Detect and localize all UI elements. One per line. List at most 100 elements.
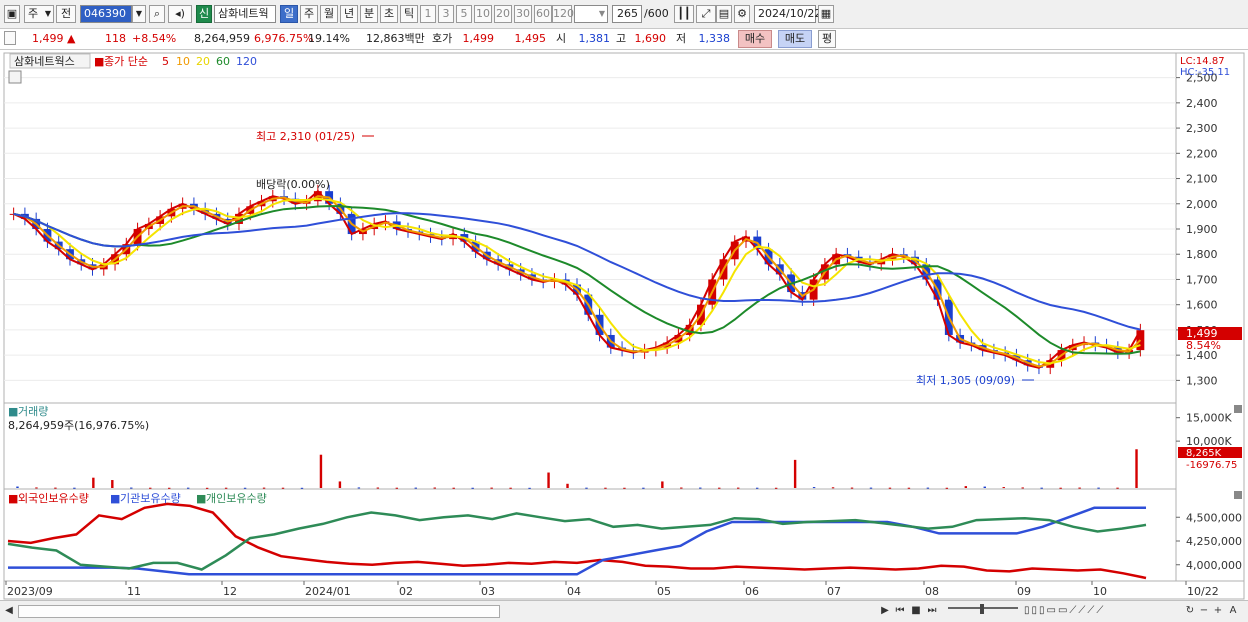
stock-code-input[interactable]: 046390 [80, 5, 132, 23]
y-tick-label: 1,700 [1186, 273, 1218, 286]
lc-value: LC:14.87 [1180, 56, 1225, 67]
volume-bar [755, 487, 759, 489]
volume-bar [850, 487, 854, 489]
x-tick-label: 11 [127, 585, 141, 598]
period-second[interactable]: 초 [380, 5, 398, 23]
x-tick-label: 03 [481, 585, 495, 598]
line-tool-icon[interactable]: ⤢ [696, 5, 716, 23]
prev-button[interactable]: 전 [56, 5, 76, 23]
market-select[interactable]: 주 ▼ [24, 5, 54, 23]
fast-forward-icon[interactable]: ⏭ [926, 604, 938, 618]
volume-panel-close-icon[interactable] [1234, 405, 1242, 413]
window-icon[interactable]: ▣ [4, 5, 20, 23]
drawing-tools-icon[interactable]: ▯▯▯▭▭⟋⟋⟋⟋ [1024, 604, 1174, 618]
volume-bar [585, 487, 588, 489]
search-icon[interactable]: ⌕ [149, 5, 165, 23]
volume-tag2-text: -16976.75 [1186, 460, 1237, 471]
volume-bar [338, 481, 342, 488]
save-icon[interactable]: ▤ [716, 5, 732, 23]
volume-bar [1097, 487, 1100, 489]
avg-button[interactable]: 평 [818, 30, 836, 48]
price-panel [3, 52, 1177, 404]
quote-bar: 1,499 ▲ 118 +8.54% 8,264,959 6,976.75% 1… [0, 29, 1248, 50]
pct-tag-text: 8.54% [1186, 339, 1221, 352]
scroll-thumb[interactable] [18, 605, 500, 618]
scroll-right-icon[interactable]: ▶ [880, 604, 890, 618]
volume-bar [1002, 487, 1005, 489]
price-change-pct: +8.54% [132, 32, 177, 45]
bottom-scrollbar: ◀ ▶ ⏮ ■ ⏭ ▯▯▯▭▭⟋⟋⟋⟋ ↻ − + A [0, 600, 1248, 622]
volume-bar [300, 487, 304, 489]
interval-60[interactable]: 60 [534, 5, 552, 23]
volume-bar [718, 487, 721, 489]
text-tool-icon[interactable]: A [1226, 604, 1240, 618]
interval-1[interactable]: 1 [420, 5, 436, 23]
open-price: 1,381 [578, 32, 611, 45]
period-tick[interactable]: 틱 [400, 5, 418, 23]
interval-30[interactable]: 30 [514, 5, 532, 23]
ma-period-20: 20 [196, 55, 210, 68]
volume-bar [793, 459, 797, 488]
holding-y-tick-label: 4,250,000 [1186, 535, 1242, 548]
volume-bar [528, 487, 531, 489]
volume-bar [831, 487, 835, 489]
candle-icon[interactable]: ┃┃ [674, 5, 694, 23]
price-change: 118 [105, 32, 126, 45]
table-icon[interactable] [8, 70, 22, 84]
gear-icon[interactable]: ⚙ [734, 5, 750, 23]
volume-bar [262, 487, 266, 489]
x-tick-label: 2024/01 [305, 585, 351, 598]
stop-icon[interactable]: ■ [910, 604, 922, 618]
checkbox[interactable] [4, 31, 16, 45]
calendar-icon[interactable]: ▦ [818, 5, 834, 23]
count-input[interactable]: 265 [612, 5, 642, 23]
interval-3[interactable]: 3 [438, 5, 454, 23]
volume-bar [35, 487, 38, 489]
interval-custom-input[interactable]: ▼ [574, 5, 608, 23]
buy-button[interactable]: 매수 [738, 30, 772, 48]
zoom-in-icon[interactable]: + [1212, 604, 1224, 618]
chevron-down-icon[interactable]: ▼ [132, 5, 146, 23]
dividend-annotation: 배당락(0.00%) [256, 178, 330, 191]
period-day[interactable]: 일 [280, 5, 298, 23]
y-tick-label: 1,800 [1186, 248, 1218, 261]
interval-5[interactable]: 5 [456, 5, 472, 23]
chart-area[interactable]: 2,500 2,400 2,300 2,200 2,100 2,000 1,900 1,800… [0, 51, 1248, 600]
sell-button[interactable]: 매도 [778, 30, 812, 48]
volume-bar [73, 487, 76, 489]
volume-bar [433, 487, 436, 489]
count-max: /600 [644, 7, 669, 20]
volume-bar [224, 487, 228, 489]
volume-bar [243, 487, 247, 489]
stock-chart[interactable]: 2,5002,4002,3002,2002,1002,0001,9001,800… [0, 51, 1248, 600]
volume-bar [661, 481, 664, 488]
x-axis-panel [3, 580, 1245, 600]
volume-bar [1116, 487, 1119, 489]
x-tick-label: 02 [399, 585, 413, 598]
rewind-icon[interactable]: ⏮ [894, 604, 906, 618]
volume-bar [54, 487, 57, 489]
volume-bar [888, 487, 892, 489]
interval-120[interactable]: 120 [552, 5, 574, 23]
trade-amount: 12,863백만 [366, 32, 425, 45]
zoom-slider-handle[interactable] [980, 604, 984, 614]
turnover-rate: 19.14% [308, 32, 350, 45]
period-week[interactable]: 주 [300, 5, 318, 23]
high-label: 고 [616, 32, 627, 45]
holding-panel-close-icon[interactable] [1234, 491, 1242, 499]
period-month[interactable]: 월 [320, 5, 338, 23]
current-price: 1,499 ▲ [32, 32, 76, 45]
zoom-out-icon[interactable]: − [1198, 604, 1210, 618]
volume-title-marker: ■ [8, 405, 18, 418]
date-input[interactable]: 2024/10/22 [754, 5, 821, 23]
low-annotation: 최저 1,305 (09/09) [916, 374, 1015, 387]
period-year[interactable]: 년 [340, 5, 358, 23]
scroll-left-icon[interactable]: ◀ [4, 604, 14, 618]
interval-20[interactable]: 20 [494, 5, 512, 23]
interval-10[interactable]: 10 [474, 5, 492, 23]
reset-icon[interactable]: ↻ [1184, 604, 1196, 618]
period-minute[interactable]: 분 [360, 5, 378, 23]
x-tick-label: 07 [827, 585, 841, 598]
speaker-icon[interactable]: ◂) [168, 5, 192, 23]
volume-ratio: 6,976.75% [254, 32, 314, 45]
